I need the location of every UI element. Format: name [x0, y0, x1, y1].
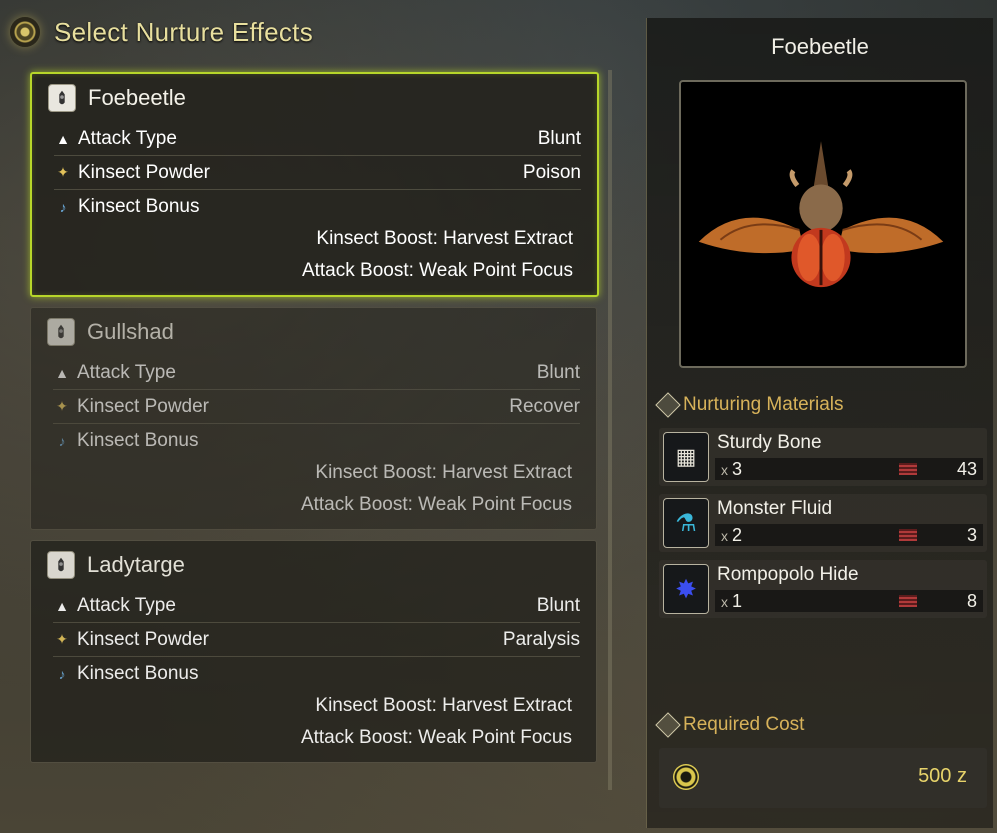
cost-heading: Required Cost	[655, 712, 805, 738]
kinsect-name: Foebeetle	[88, 85, 186, 110]
material-name: Sturdy Bone	[717, 432, 822, 453]
materials-heading: Nurturing Materials	[655, 392, 844, 418]
material-row[interactable]: ✸ Rompopolo Hide x1 8	[659, 560, 987, 618]
attack-type-value: Blunt	[537, 127, 581, 149]
kinsect-name: Ladytarge	[87, 552, 185, 577]
cost-title: Required Cost	[683, 714, 805, 735]
attack-type-label: Attack Type	[77, 594, 176, 616]
material-name: Monster Fluid	[717, 498, 833, 519]
bonus-icon: ♪	[58, 432, 66, 449]
cost-section-icon	[655, 712, 681, 738]
bonus-icon: ♪	[59, 198, 67, 215]
kinsect-powder-value: Poison	[522, 161, 581, 183]
bonus-icon: ♪	[58, 665, 66, 682]
kinsect-bonus-row: ♪ Kinsect Bonus	[53, 424, 580, 457]
emblem-icon	[10, 17, 40, 47]
required-cost-box: 500 z	[659, 748, 987, 808]
item-box-icon	[899, 463, 917, 475]
powder-icon: ✦	[57, 164, 69, 180]
card-header: Foebeetle	[32, 74, 597, 122]
bonus-line: Attack Boost: Weak Point Focus	[300, 494, 572, 515]
powder-icon: ✦	[56, 398, 68, 414]
bonus-line: Kinsect Boost: Harvest Extract	[316, 228, 573, 249]
material-required: x1	[721, 591, 743, 611]
bonus-line: Attack Boost: Weak Point Focus	[301, 260, 573, 281]
attack-type-row: ▲ Attack Type Blunt	[54, 122, 581, 156]
material-required: x2	[721, 525, 743, 545]
material-quantity-bar: x3 43	[715, 458, 983, 480]
bonus-line: Kinsect Boost: Harvest Extract	[315, 462, 572, 483]
bonus-line: Attack Boost: Weak Point Focus	[300, 727, 572, 748]
kinsect-icon	[47, 318, 75, 346]
material-owned: 3	[966, 525, 977, 545]
attack-type-value: Blunt	[536, 594, 580, 616]
hide-icon: ✸	[663, 564, 709, 614]
material-required: x3	[721, 459, 743, 479]
kinsect-powder-row: ✦ Kinsect Powder Poison	[54, 156, 581, 190]
cost-value: 500 z	[918, 765, 967, 787]
material-name: Rompopolo Hide	[717, 564, 859, 585]
fluid-icon: ⚗	[663, 498, 709, 548]
kinsect-powder-label: Kinsect Powder	[77, 628, 210, 650]
kinsect-name: Gullshad	[87, 319, 174, 344]
kinsect-bonus-label: Kinsect Bonus	[77, 662, 199, 684]
kinsect-list: Foebeetle ▲ Attack Type Blunt ✦ Kinsect Po…	[30, 72, 600, 773]
attack-type-row: ▲ Attack Type Blunt	[53, 589, 580, 623]
kinsect-powder-row: ✦ Kinsect Powder Paralysis	[53, 623, 580, 657]
kinsect-card-gullshad[interactable]: Gullshad ▲ Attack Type Blunt ✦ Kinsect Pow…	[30, 307, 597, 530]
bonus-line: Kinsect Boost: Harvest Extract	[315, 695, 572, 716]
detail-kinsect-name: Foebeetle	[771, 34, 869, 59]
item-box-icon	[899, 529, 917, 541]
attack-type-value: Blunt	[536, 361, 580, 383]
material-quantity-bar: x1 8	[715, 590, 983, 612]
kinsect-powder-label: Kinsect Powder	[77, 395, 210, 417]
kinsect-bonus-row: ♪ Kinsect Bonus	[53, 657, 580, 690]
card-header: Ladytarge	[31, 541, 596, 589]
material-row[interactable]: ▦ Sturdy Bone x3 43	[659, 428, 987, 486]
attack-type-icon: ▲	[56, 130, 70, 147]
page-title: Select Nurture Effects	[54, 16, 314, 47]
attack-type-icon: ▲	[55, 364, 69, 381]
attack-type-label: Attack Type	[78, 127, 177, 149]
kinsect-card-ladytarge[interactable]: Ladytarge ▲ Attack Type Blunt ✦ Kinsect Po…	[30, 540, 597, 763]
item-box-icon	[899, 595, 917, 607]
materials-section-icon	[655, 392, 681, 418]
attack-type-row: ▲ Attack Type Blunt	[53, 356, 580, 390]
kinsect-preview-image	[679, 80, 967, 368]
kinsect-powder-value: Paralysis	[502, 628, 580, 650]
powder-icon: ✦	[56, 631, 68, 647]
list-scrollbar[interactable]	[608, 70, 612, 790]
kinsect-icon	[47, 551, 75, 579]
attack-type-icon: ▲	[55, 597, 69, 614]
bone-icon: ▦	[663, 432, 709, 482]
kinsect-icon	[48, 84, 76, 112]
beetle-icon	[698, 141, 944, 288]
kinsect-bonus-label: Kinsect Bonus	[78, 195, 200, 217]
materials-title: Nurturing Materials	[683, 394, 844, 415]
material-owned: 43	[956, 459, 977, 479]
material-quantity-bar: x2 3	[715, 524, 983, 546]
kinsect-powder-value: Recover	[509, 395, 580, 417]
card-header: Gullshad	[31, 308, 596, 356]
detail-panel: Foebeetle Nurturing Materials ▦ Sturdy B…	[646, 18, 993, 828]
kinsect-card-foebeetle[interactable]: Foebeetle ▲ Attack Type Blunt ✦ Kinsect Po…	[30, 72, 599, 297]
material-owned: 8	[966, 591, 977, 611]
zenny-coin-icon	[673, 764, 699, 790]
kinsect-powder-row: ✦ Kinsect Powder Recover	[53, 390, 580, 424]
title-bar: Select Nurture Effects	[10, 10, 313, 54]
kinsect-bonus-label: Kinsect Bonus	[77, 429, 199, 451]
material-row[interactable]: ⚗ Monster Fluid x2 3	[659, 494, 987, 552]
kinsect-powder-label: Kinsect Powder	[78, 161, 211, 183]
kinsect-bonus-row: ♪ Kinsect Bonus	[54, 190, 581, 223]
attack-type-label: Attack Type	[77, 361, 176, 383]
